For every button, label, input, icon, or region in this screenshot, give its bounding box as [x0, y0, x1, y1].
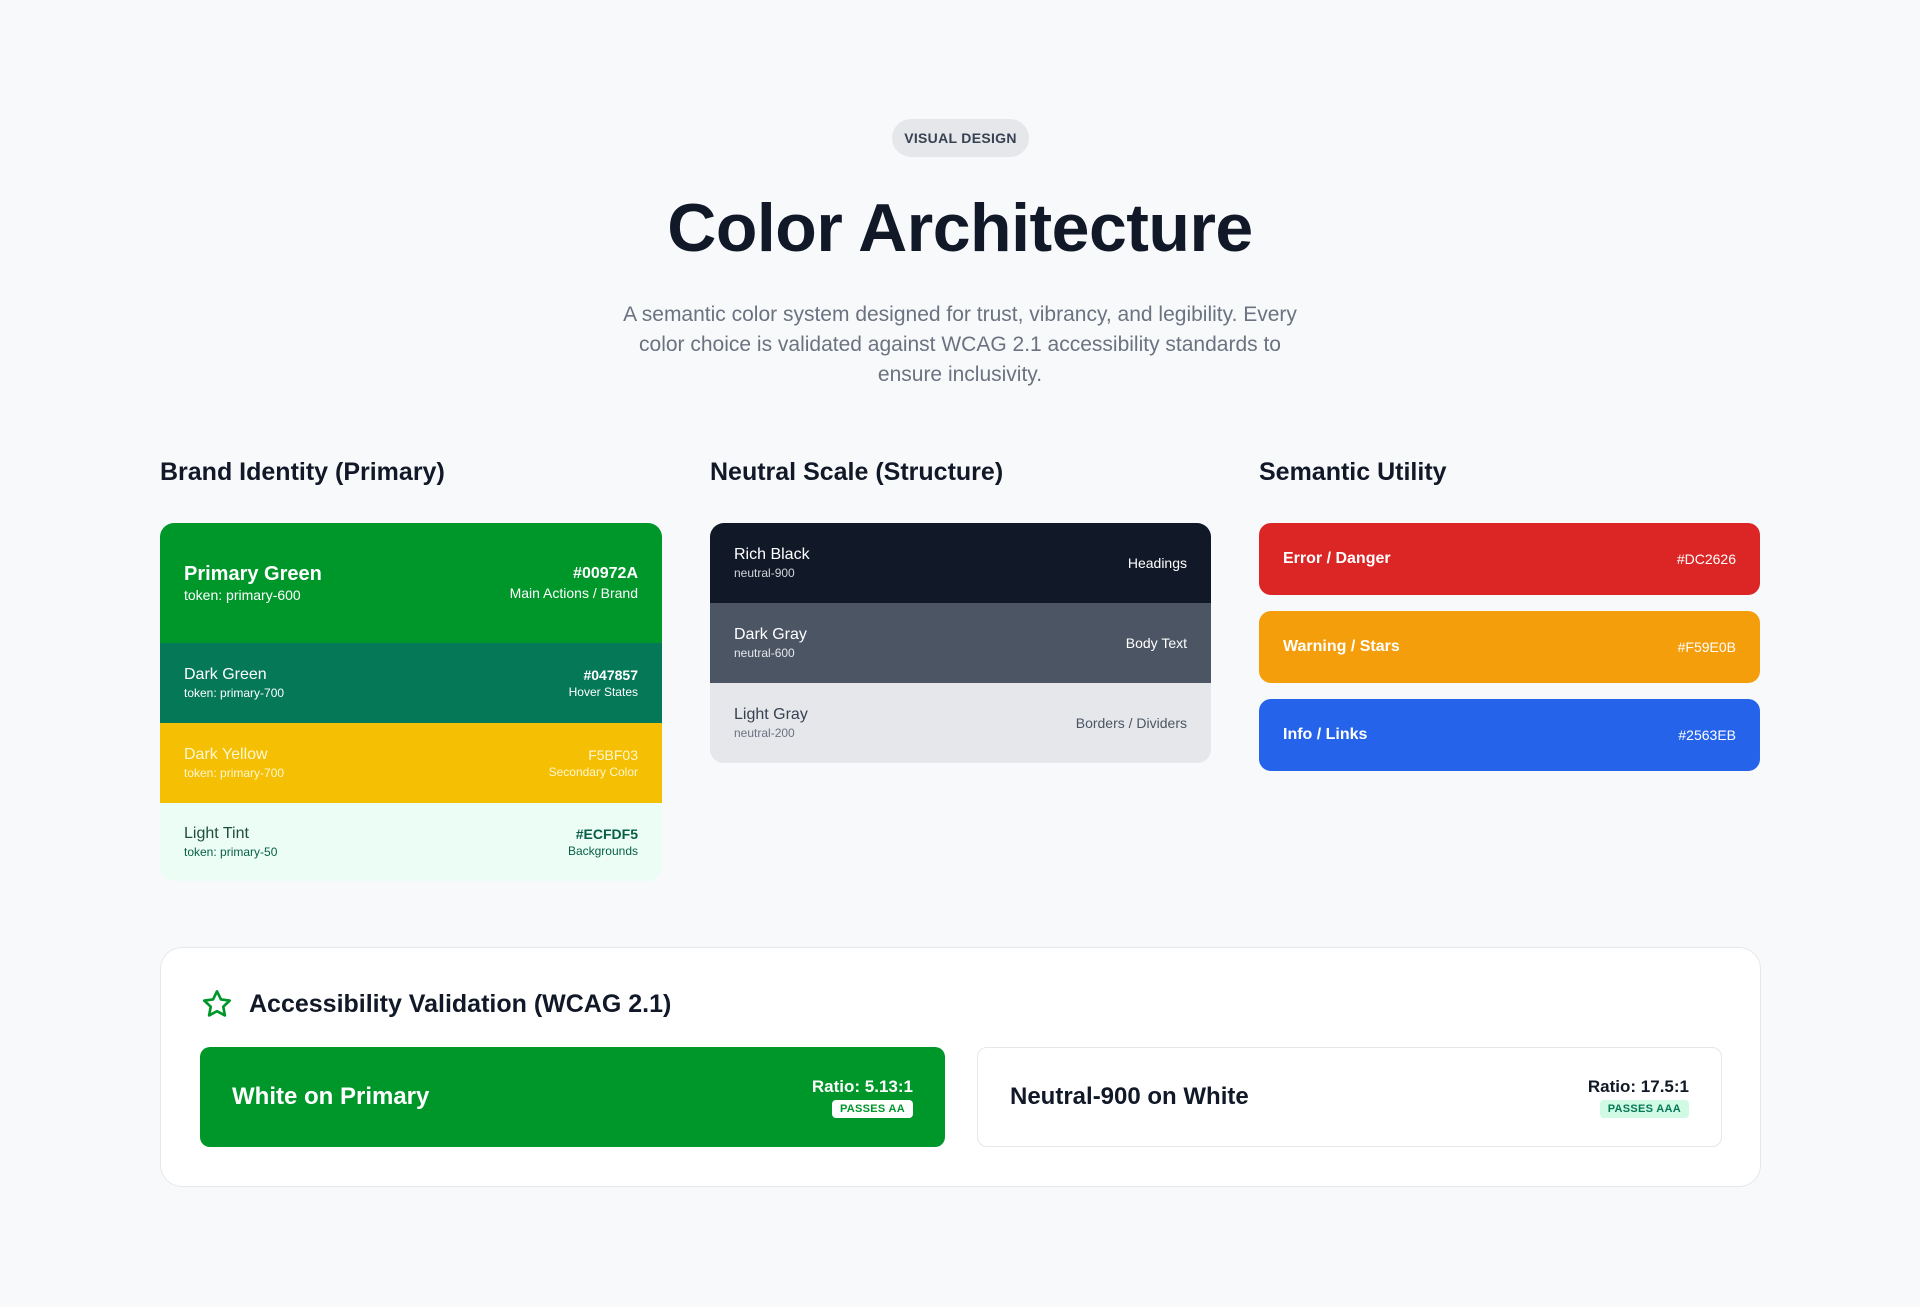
swatch-warning-stars[interactable]: Warning / Stars #F59E0B: [1259, 611, 1760, 683]
contrast-test-label: White on Primary: [232, 1083, 430, 1110]
swatch-name: Dark Gray: [734, 626, 807, 643]
swatch-info-links[interactable]: Info / Links #2563EB: [1259, 699, 1760, 771]
swatch-usage: Headings: [1127, 555, 1187, 571]
swatch-token: token: primary-700: [184, 766, 285, 780]
section-badge: VISUAL DESIGN: [892, 119, 1029, 157]
swatch-dark-green[interactable]: Dark Green token: primary-700 #047857 Ho…: [160, 643, 662, 723]
contrast-test-label: Neutral-900 on White: [1010, 1083, 1249, 1110]
swatch-dark-yellow[interactable]: Dark Yellow token: primary-700 F5BF03 Se…: [160, 723, 662, 803]
swatch-token: neutral-200: [734, 726, 795, 740]
pass-badge: PASSES AAA: [1599, 1100, 1689, 1118]
swatch-token: token: primary-50: [184, 845, 278, 859]
swatch-name: Info / Links: [1283, 726, 1368, 743]
neutral-palette-card: Rich Black neutral-900 Headings Dark Gra…: [710, 523, 1211, 763]
swatch-hex: #ECFDF5: [575, 826, 638, 842]
swatch-name: Error / Danger: [1283, 550, 1391, 567]
swatch-usage: Borders / Dividers: [1075, 715, 1187, 731]
swatch-token: token: primary-600: [184, 587, 301, 603]
swatch-primary-green[interactable]: Primary Green token: primary-600 #00972A…: [160, 523, 662, 643]
swatch-token: token: primary-700: [184, 686, 285, 700]
contrast-ratio: Ratio: 17.5:1: [1587, 1077, 1689, 1096]
swatch-usage: Secondary Color: [548, 765, 638, 779]
neutral-scale-heading: Neutral Scale (Structure): [710, 458, 1004, 486]
swatch-hex: F5BF03: [588, 747, 638, 763]
swatch-name: Light Gray: [734, 706, 808, 723]
brand-palette-card: Primary Green token: primary-600 #00972A…: [160, 523, 662, 881]
swatch-hex: #F59E0B: [1677, 639, 1736, 655]
swatch-hex: #2563EB: [1678, 727, 1736, 743]
swatch-hex: #00972A: [573, 565, 638, 582]
pass-badge: PASSES AA: [831, 1100, 913, 1118]
accessibility-title: Accessibility Validation (WCAG 2.1): [249, 990, 672, 1018]
swatch-name: Warning / Stars: [1283, 638, 1400, 655]
brand-identity-heading: Brand Identity (Primary): [160, 458, 445, 486]
swatch-light-tint[interactable]: Light Tint token: primary-50 #ECFDF5 Bac…: [160, 803, 662, 881]
swatch-name: Rich Black: [734, 546, 810, 563]
swatch-name: Dark Yellow: [184, 746, 268, 763]
page-title: Color Architecture: [667, 190, 1253, 266]
swatch-rich-black[interactable]: Rich Black neutral-900 Headings: [710, 523, 1211, 603]
contrast-test-neutral-on-white: Neutral-900 on White Ratio: 17.5:1 PASSE…: [977, 1047, 1722, 1147]
page-subtitle: A semantic color system designed for tru…: [623, 303, 1297, 386]
swatch-usage: Body Text: [1125, 635, 1187, 651]
swatch-hex: #DC2626: [1676, 551, 1736, 567]
semantic-utility-heading: Semantic Utility: [1259, 458, 1447, 486]
swatch-name: Light Tint: [184, 825, 249, 842]
swatch-error-danger[interactable]: Error / Danger #DC2626: [1259, 523, 1760, 595]
swatch-name: Primary Green: [184, 563, 322, 585]
swatch-usage: Backgrounds: [567, 844, 638, 858]
contrast-ratio: Ratio: 5.13:1: [811, 1077, 913, 1096]
accessibility-validation-panel: Accessibility Validation (WCAG 2.1) Whit…: [160, 947, 1761, 1187]
swatch-token: neutral-900: [734, 566, 795, 580]
swatch-usage: Main Actions / Brand: [509, 585, 638, 601]
swatch-token: neutral-600: [734, 646, 795, 660]
swatch-dark-gray[interactable]: Dark Gray neutral-600 Body Text: [710, 603, 1211, 683]
swatch-usage: Hover States: [568, 685, 638, 699]
swatch-hex: #047857: [583, 667, 638, 683]
swatch-name: Dark Green: [184, 666, 267, 683]
swatch-light-gray[interactable]: Light Gray neutral-200 Borders / Divider…: [710, 683, 1211, 763]
star-outline-icon: [203, 990, 231, 1017]
contrast-test-white-on-primary: White on Primary Ratio: 5.13:1 PASSES AA: [200, 1047, 945, 1147]
